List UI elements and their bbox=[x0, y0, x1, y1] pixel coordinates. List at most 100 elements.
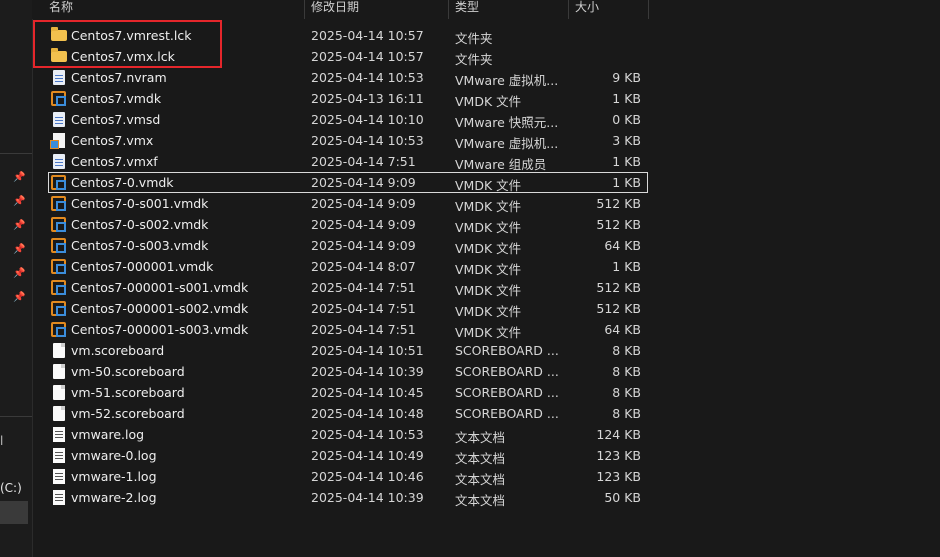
file-row[interactable]: Centos7.nvram 2025-04-14 10:53 VMware 虚拟机.… bbox=[48, 67, 648, 88]
file-modified-date: 2025-04-14 7:51 bbox=[311, 280, 416, 295]
file-size: 512 KB bbox=[596, 217, 641, 232]
file-row[interactable]: vm-50.scoreboard 2025-04-14 10:39 SCOREBOA… bbox=[48, 361, 648, 382]
vmdk-file-icon bbox=[51, 217, 66, 232]
file-row[interactable]: Centos7-0-s002.vmdk 2025-04-14 9:09 VMDK 文… bbox=[48, 214, 648, 235]
file-modified-date: 2025-04-14 10:53 bbox=[311, 133, 424, 148]
pin-icon[interactable]: 📌 bbox=[13, 220, 25, 232]
file-name: Centos7-000001-s001.vmdk bbox=[71, 280, 249, 295]
file-size: 512 KB bbox=[596, 301, 641, 316]
file-name: vmware-2.log bbox=[71, 490, 157, 505]
vmdk-file-icon bbox=[51, 238, 66, 253]
file-row[interactable]: Centos7-0-s001.vmdk 2025-04-14 9:09 VMDK 文… bbox=[48, 193, 648, 214]
file-modified-date: 2025-04-14 10:10 bbox=[311, 112, 424, 127]
file-type: VMware 快照元... bbox=[455, 115, 559, 130]
file-size: 124 KB bbox=[596, 427, 641, 442]
file-type: 文本文档 bbox=[455, 493, 506, 508]
file-type: VMDK 文件 bbox=[455, 241, 522, 256]
file-row[interactable]: Centos7.vmsd 2025-04-14 10:10 VMware 快照元..… bbox=[48, 109, 648, 130]
file-type: VMDK 文件 bbox=[455, 94, 522, 109]
file-type: 文件夹 bbox=[455, 52, 493, 67]
file-row[interactable]: Centos7-000001.vmdk 2025-04-14 8:07 VMDK 文… bbox=[48, 256, 648, 277]
file-name: Centos7.vmsd bbox=[71, 112, 161, 127]
file-size: 1 KB bbox=[612, 175, 641, 190]
file-row[interactable]: Centos7-000001-s001.vmdk 2025-04-14 7:51 V… bbox=[48, 277, 648, 298]
text-file-icon bbox=[53, 448, 65, 463]
file-name: vmware-0.log bbox=[71, 448, 157, 463]
file-row[interactable]: vmware-1.log 2025-04-14 10:46 文本文档 123 KB bbox=[48, 466, 648, 487]
file-size: 1 KB bbox=[612, 91, 641, 106]
file-name: Centos7.vmdk bbox=[71, 91, 162, 106]
file-type: VMDK 文件 bbox=[455, 199, 522, 214]
file-type: VMware 虚拟机... bbox=[455, 73, 559, 88]
file-name: vm.scoreboard bbox=[71, 343, 165, 358]
file-size: 8 KB bbox=[612, 385, 641, 400]
file-type: 文件夹 bbox=[455, 31, 493, 46]
file-name: Centos7-0-s003.vmdk bbox=[71, 238, 209, 253]
nav-divider bbox=[0, 153, 32, 154]
column-header-type[interactable]: 类型 bbox=[449, 0, 569, 19]
file-modified-date: 2025-04-13 16:11 bbox=[311, 91, 424, 106]
file-type: VMDK 文件 bbox=[455, 283, 522, 298]
column-header-size[interactable]: 大小 bbox=[569, 0, 649, 19]
pin-icon[interactable]: 📌 bbox=[13, 196, 25, 208]
file-modified-date: 2025-04-14 10:39 bbox=[311, 364, 424, 379]
file-modified-date: 2025-04-14 10:46 bbox=[311, 469, 424, 484]
file-row[interactable]: vmware-2.log 2025-04-14 10:39 文本文档 50 KB bbox=[48, 487, 648, 508]
file-name: vmware.log bbox=[71, 427, 145, 442]
vmx-file-icon bbox=[50, 133, 65, 149]
vmdk-file-icon bbox=[51, 259, 66, 274]
file-row[interactable]: Centos7-000001-s002.vmdk 2025-04-14 7:51 V… bbox=[48, 298, 648, 319]
file-type: 文本文档 bbox=[455, 451, 506, 466]
file-modified-date: 2025-04-14 9:09 bbox=[311, 238, 416, 253]
file-row[interactable]: Centos7-0-s003.vmdk 2025-04-14 9:09 VMDK 文… bbox=[48, 235, 648, 256]
file-name: Centos7-000001.vmdk bbox=[71, 259, 214, 274]
column-header-name[interactable]: 名称 bbox=[43, 0, 305, 19]
file-type: VMware 组成员 bbox=[455, 157, 547, 172]
file-type: VMDK 文件 bbox=[455, 178, 522, 193]
vmdk-file-icon bbox=[51, 196, 66, 211]
vmdk-file-icon bbox=[51, 280, 66, 295]
file-row[interactable]: vm.scoreboard 2025-04-14 10:51 SCOREBOARD … bbox=[48, 340, 648, 361]
file-name: Centos7-0.vmdk bbox=[71, 175, 174, 190]
file-size: 0 KB bbox=[612, 112, 641, 127]
nav-item-drive-c[interactable]: (C:) bbox=[0, 481, 22, 495]
nav-divider bbox=[0, 416, 32, 417]
file-row[interactable]: vmware-0.log 2025-04-14 10:49 文本文档 123 KB bbox=[48, 445, 648, 466]
file-type: VMDK 文件 bbox=[455, 220, 522, 235]
file-row[interactable]: Centos7.vmxf 2025-04-14 7:51 VMware 组成员 1 K… bbox=[48, 151, 648, 172]
column-header-modified[interactable]: 修改日期 bbox=[305, 0, 449, 19]
file-type: SCOREBOARD ... bbox=[455, 364, 559, 379]
file-modified-date: 2025-04-14 8:07 bbox=[311, 259, 416, 274]
file-size: 123 KB bbox=[596, 469, 641, 484]
file-modified-date: 2025-04-14 10:57 bbox=[311, 28, 424, 43]
file-row[interactable]: vmware.log 2025-04-14 10:53 文本文档 124 KB bbox=[48, 424, 648, 445]
pin-icon[interactable]: 📌 bbox=[13, 244, 25, 256]
file-modified-date: 2025-04-14 10:48 bbox=[311, 406, 424, 421]
file-row[interactable]: Centos7-000001-s003.vmdk 2025-04-14 7:51 V… bbox=[48, 319, 648, 340]
file-name: Centos7.vmx bbox=[71, 133, 154, 148]
file-type: VMware 虚拟机... bbox=[455, 136, 559, 151]
file-type: 文本文档 bbox=[455, 472, 506, 487]
file-row[interactable]: vm-51.scoreboard 2025-04-14 10:45 SCOREBOA… bbox=[48, 382, 648, 403]
pin-icon[interactable]: 📌 bbox=[13, 172, 25, 184]
file-modified-date: 2025-04-14 10:45 bbox=[311, 385, 424, 400]
file-name: Centos7-000001-s002.vmdk bbox=[71, 301, 249, 316]
file-row[interactable]: Centos7.vmdk 2025-04-13 16:11 VMDK 文件 1 KB bbox=[48, 88, 648, 109]
pin-icon[interactable]: 📌 bbox=[13, 292, 25, 304]
file-type: VMDK 文件 bbox=[455, 325, 522, 340]
file-name: Centos7-000001-s003.vmdk bbox=[71, 322, 249, 337]
file-size: 50 KB bbox=[604, 490, 641, 505]
file-row[interactable]: vm-52.scoreboard 2025-04-14 10:48 SCOREBOA… bbox=[48, 403, 648, 424]
file-type: VMDK 文件 bbox=[455, 262, 522, 277]
nav-item-selected[interactable] bbox=[0, 501, 28, 524]
pin-icon[interactable]: 📌 bbox=[13, 268, 25, 280]
file-size: 512 KB bbox=[596, 280, 641, 295]
file-modified-date: 2025-04-14 10:53 bbox=[311, 427, 424, 442]
file-size: 8 KB bbox=[612, 343, 641, 358]
file-type: SCOREBOARD ... bbox=[455, 385, 559, 400]
file-row[interactable]: Centos7-0.vmdk 2025-04-14 9:09 VMDK 文件 1 KB bbox=[48, 172, 648, 193]
vmdk-file-icon bbox=[51, 322, 66, 337]
file-row[interactable]: Centos7.vmx 2025-04-14 10:53 VMware 虚拟机...… bbox=[48, 130, 648, 151]
nav-item-fragment[interactable]: l bbox=[0, 434, 3, 448]
vmdk-file-icon bbox=[51, 91, 66, 106]
